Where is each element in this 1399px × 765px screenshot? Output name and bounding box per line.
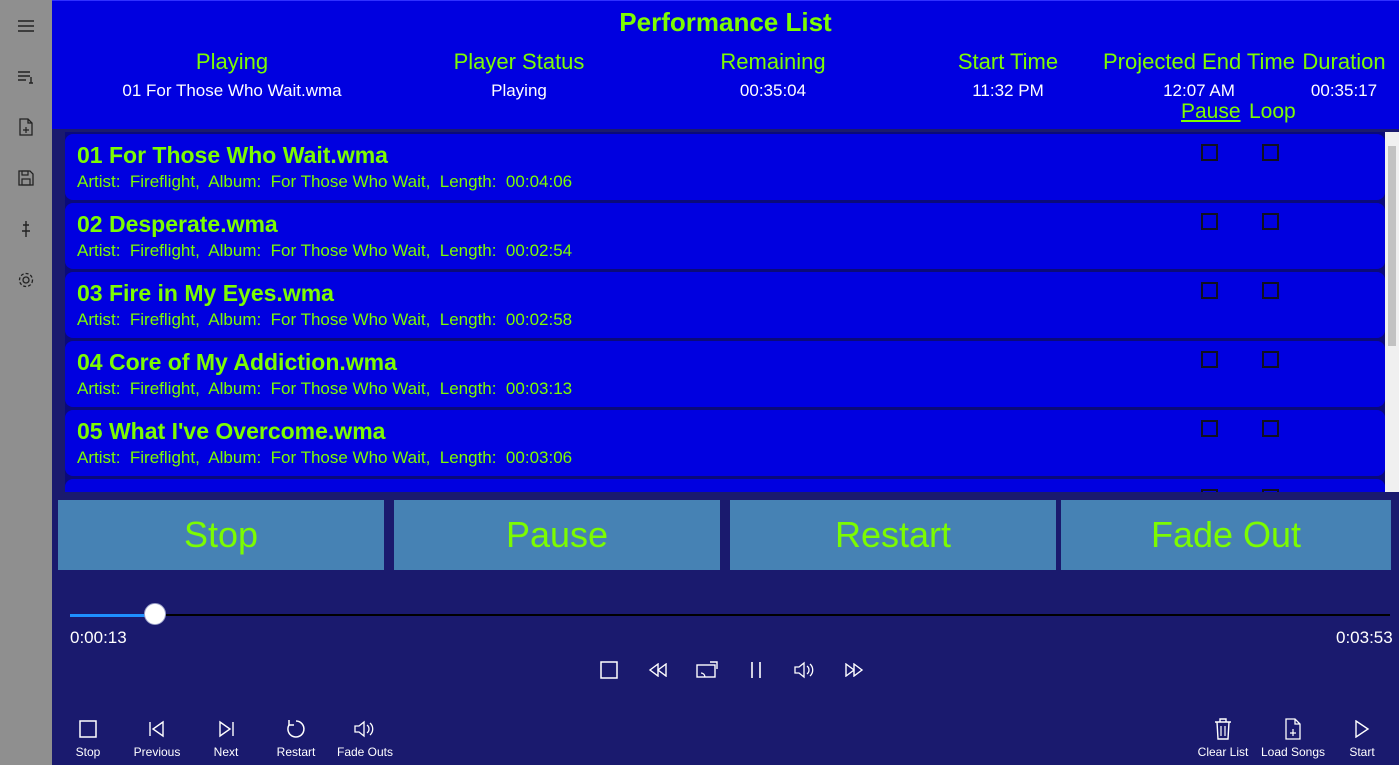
- pause-button[interactable]: Pause: [394, 500, 720, 570]
- stop-icon[interactable]: [595, 656, 623, 684]
- bottom-clear-list-button[interactable]: Clear List: [1183, 716, 1263, 759]
- song-meta: Artist: Fireflight, Album: For Those Who…: [77, 241, 573, 260]
- pin-icon[interactable]: [11, 214, 41, 244]
- playlist-icon[interactable]: [11, 62, 41, 92]
- projected-end-time-label: Projected End Time: [1103, 49, 1295, 74]
- song-meta: Artist: Fireflight, Album: For Those Who…: [77, 379, 573, 398]
- bottom-clear-list-label: Clear List: [1197, 745, 1249, 759]
- player-status-column: Player Status Playing: [419, 49, 619, 101]
- song-meta: Artist: Fireflight, Album: For Those Who…: [77, 172, 573, 191]
- player-status-value: Playing: [491, 81, 547, 100]
- song-meta: Artist: Fireflight, Album: For Those Who…: [77, 448, 573, 467]
- restart-button[interactable]: Restart: [730, 500, 1056, 570]
- pause-checkbox[interactable]: [1201, 420, 1218, 437]
- next-icon: [186, 716, 266, 742]
- song-list: 01 For Those Who Wait.wma Artist: Firefl…: [65, 132, 1385, 492]
- sidebar: [0, 0, 52, 765]
- playing-label: Playing: [195, 49, 269, 74]
- bottom-fade-outs-button[interactable]: Fade Outs: [325, 716, 405, 759]
- song-title: 04 Core of My Addiction.wma: [77, 349, 397, 375]
- progress-thumb[interactable]: [144, 603, 166, 625]
- bottom-load-songs-button[interactable]: Load Songs: [1253, 716, 1333, 759]
- progress-track[interactable]: [70, 614, 1390, 616]
- rewind-icon[interactable]: [644, 656, 672, 684]
- song-row[interactable]: 05 What I've Overcome.wma Artist: Firefl…: [65, 410, 1385, 476]
- bottom-stop-button[interactable]: Stop: [48, 716, 128, 759]
- song-row-partial[interactable]: [65, 479, 1385, 492]
- song-meta: Artist: Fireflight, Album: For Those Who…: [77, 310, 573, 329]
- page-title: Performance List: [619, 7, 832, 37]
- pause-checkbox[interactable]: [1201, 282, 1218, 299]
- remaining-column: Remaining 00:35:04: [673, 49, 873, 101]
- playing-column: Playing 01 For Those Who Wait.wma: [82, 49, 382, 101]
- fast-forward-icon[interactable]: [840, 656, 868, 684]
- total-time: 0:03:53: [1336, 628, 1393, 647]
- volume-icon[interactable]: [791, 656, 819, 684]
- new-file-icon[interactable]: [11, 112, 41, 142]
- elapsed-time: 0:00:13: [70, 628, 127, 647]
- song-title: 05 What I've Overcome.wma: [77, 418, 386, 444]
- start-time-column: Start Time 11:32 PM: [928, 49, 1088, 101]
- start-time-value: 11:32 PM: [972, 81, 1044, 100]
- pause-checkbox[interactable]: [1201, 213, 1218, 230]
- load-file-icon: [1253, 716, 1333, 742]
- remaining-label: Remaining: [720, 49, 826, 74]
- hamburger-menu-icon[interactable]: [11, 11, 41, 41]
- projected-end-time-column: Projected End Time 12:07 AM: [1094, 49, 1304, 101]
- song-row[interactable]: 03 Fire in My Eyes.wma Artist: Firefligh…: [65, 272, 1385, 338]
- bottom-next-label: Next: [213, 745, 239, 759]
- pause-checkbox[interactable]: [1201, 351, 1218, 368]
- bottom-stop-label: Stop: [75, 745, 101, 759]
- projected-end-time-value: 12:07 AM: [1163, 81, 1235, 100]
- gear-icon[interactable]: [11, 265, 41, 295]
- loop-checkbox[interactable]: [1262, 144, 1279, 161]
- loop-checkbox[interactable]: [1262, 213, 1279, 230]
- bottom-previous-label: Previous: [133, 745, 181, 759]
- duration-label: Duration: [1302, 49, 1386, 74]
- pause-checkbox[interactable]: [1201, 144, 1218, 161]
- cast-icon[interactable]: [693, 656, 721, 684]
- bottom-load-songs-label: Load Songs: [1260, 745, 1326, 759]
- song-row[interactable]: 02 Desperate.wma Artist: Fireflight, Alb…: [65, 203, 1385, 269]
- main-area: Performance List Playing 01 For Those Wh…: [52, 0, 1399, 765]
- song-row[interactable]: 01 For Those Who Wait.wma Artist: Firefl…: [65, 134, 1385, 200]
- pause-checkbox[interactable]: [1201, 489, 1218, 492]
- loop-checkbox[interactable]: [1262, 489, 1279, 492]
- loop-checkbox[interactable]: [1262, 351, 1279, 368]
- player-status-label: Player Status: [453, 49, 585, 74]
- bottom-restart-label: Restart: [276, 745, 316, 759]
- song-title: 02 Desperate.wma: [77, 211, 278, 237]
- duration-column: Duration 00:35:17: [1299, 49, 1389, 101]
- bottom-next-button[interactable]: Next: [186, 716, 266, 759]
- loop-checkbox[interactable]: [1262, 282, 1279, 299]
- bottom-restart-button[interactable]: Restart: [256, 716, 336, 759]
- loop-column-header[interactable]: Loop: [1249, 100, 1296, 124]
- trash-icon: [1183, 716, 1263, 742]
- pause-column-header[interactable]: Pause: [1181, 100, 1241, 124]
- header-panel: Performance List Playing 01 For Those Wh…: [52, 0, 1399, 129]
- remaining-value: 00:35:04: [739, 81, 807, 100]
- bottom-start-button[interactable]: Start: [1322, 716, 1399, 759]
- previous-icon: [117, 716, 197, 742]
- stop-icon: [48, 716, 128, 742]
- song-title: 01 For Those Who Wait.wma: [77, 142, 388, 168]
- list-scrollbar[interactable]: [1385, 132, 1399, 492]
- song-title: 03 Fire in My Eyes.wma: [77, 280, 334, 306]
- bottom-previous-button[interactable]: Previous: [117, 716, 197, 759]
- bottom-start-label: Start: [1349, 745, 1375, 759]
- song-row[interactable]: 04 Core of My Addiction.wma Artist: Fire…: [65, 341, 1385, 407]
- start-time-label: Start Time: [957, 49, 1059, 74]
- fade-out-button[interactable]: Fade Out: [1061, 500, 1391, 570]
- duration-value: 00:35:17: [1310, 81, 1378, 100]
- playing-value: 01 For Those Who Wait.wma: [122, 81, 342, 100]
- bottom-fade-outs-label: Fade Outs: [336, 745, 394, 759]
- loop-checkbox[interactable]: [1262, 420, 1279, 437]
- save-icon[interactable]: [11, 163, 41, 193]
- play-icon: [1322, 716, 1399, 742]
- volume-icon: [325, 716, 405, 742]
- restart-icon: [256, 716, 336, 742]
- stop-button[interactable]: Stop: [58, 500, 384, 570]
- pause-icon[interactable]: [742, 656, 770, 684]
- scrollbar-thumb[interactable]: [1388, 146, 1396, 346]
